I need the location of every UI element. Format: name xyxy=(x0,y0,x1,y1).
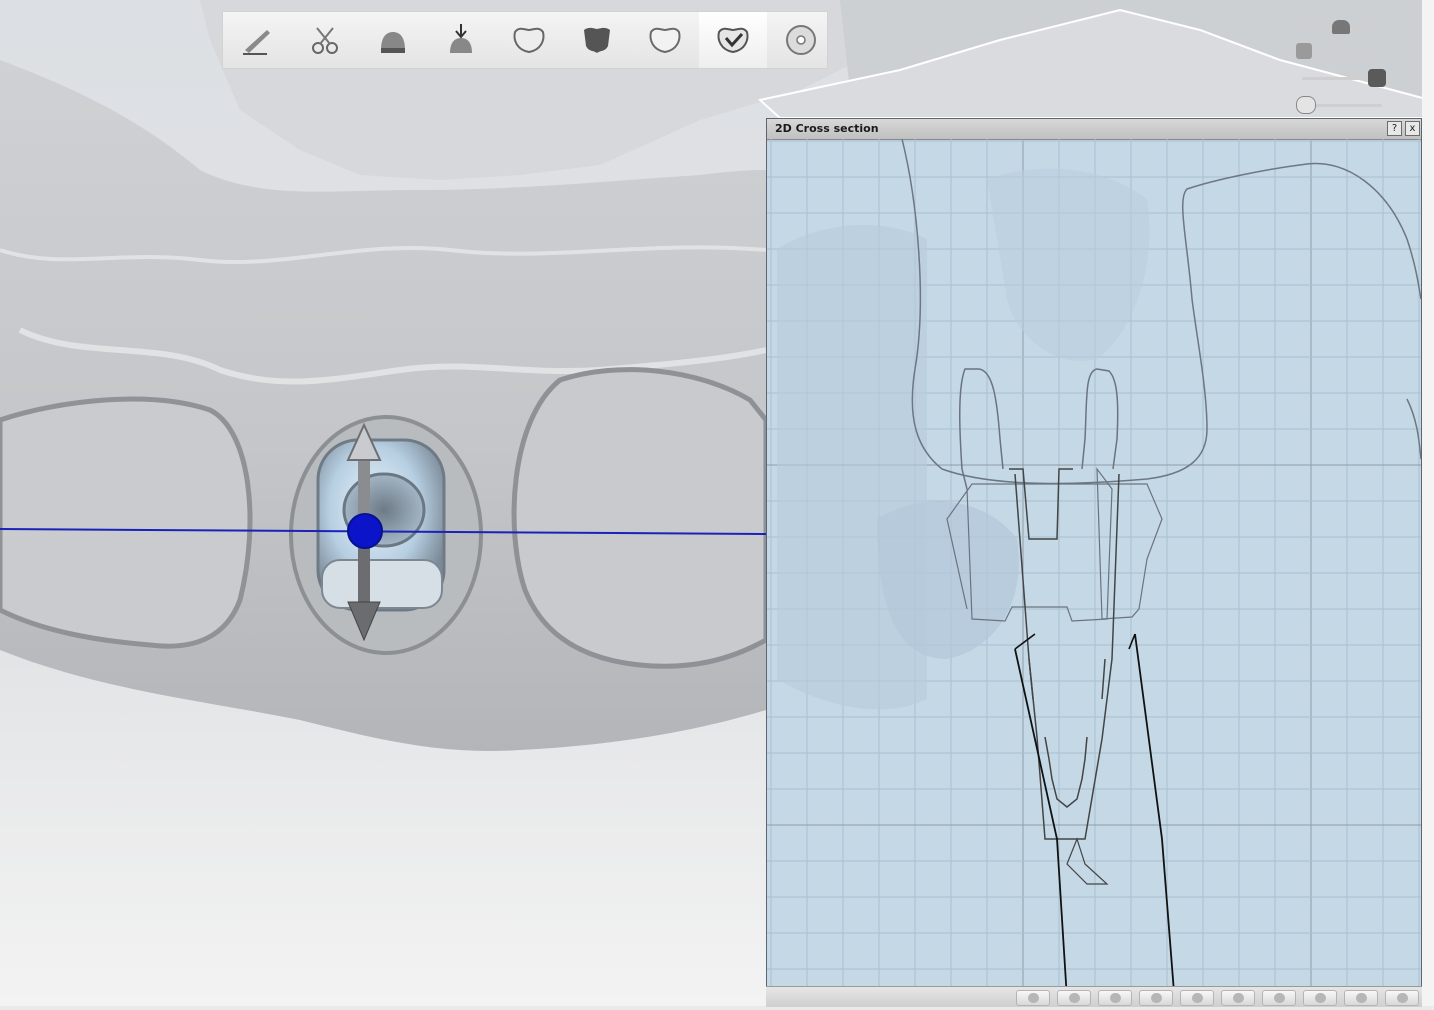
crown-view-button[interactable] xyxy=(1016,990,1050,1006)
cross-section-panel: 2D Cross section ? x xyxy=(766,118,1422,1006)
step-crown-check[interactable] xyxy=(699,12,767,68)
right-socket xyxy=(511,367,769,669)
model-visibility-icon xyxy=(1296,43,1312,59)
panel-title: 2D Cross section xyxy=(775,122,879,135)
tooth-visibility-icon xyxy=(1296,96,1316,114)
cross-section-toggle-button[interactable] xyxy=(1385,990,1419,1006)
workflow-toolbar xyxy=(222,11,828,69)
crown-dark-icon xyxy=(584,27,610,53)
step-insertion-direction[interactable] xyxy=(427,12,495,68)
scan-edit-icon xyxy=(243,30,270,55)
clip-view-icon xyxy=(1356,993,1367,1003)
window-edge xyxy=(1422,0,1434,1006)
occlusal-view-button[interactable] xyxy=(1180,990,1214,1006)
sphere-view-icon xyxy=(1110,993,1121,1003)
step-trim[interactable] xyxy=(291,12,359,68)
help-button[interactable]: ? xyxy=(1387,121,1402,136)
insertion-direction-icon xyxy=(450,24,472,53)
crown-visibility-slider[interactable] xyxy=(1296,68,1388,88)
step-crown[interactable] xyxy=(495,12,563,68)
panel-title-bar[interactable]: 2D Cross section ? x xyxy=(767,119,1421,140)
lateral-view-icon xyxy=(1233,993,1244,1003)
crown-outline xyxy=(901,139,1421,485)
abutment-visibility-icon xyxy=(1332,20,1350,34)
crown-check-icon xyxy=(717,27,749,54)
abutment-icon xyxy=(381,32,405,53)
contact-view-icon xyxy=(1315,993,1326,1003)
abutment-visibility-slider[interactable] xyxy=(1296,18,1388,36)
crown-view-icon xyxy=(1028,993,1039,1003)
manipulator-handle[interactable] xyxy=(347,513,383,549)
tooth-visibility-slider[interactable] xyxy=(1296,95,1388,115)
crown-icon xyxy=(513,27,545,54)
cross-section-toggle-icon xyxy=(1397,993,1408,1003)
step-crown-shape[interactable] xyxy=(631,12,699,68)
crown-visibility-icon xyxy=(1368,69,1386,87)
sphere-view-button[interactable] xyxy=(1098,990,1132,1006)
tooth-view-button[interactable] xyxy=(1139,990,1173,1006)
close-button[interactable]: x xyxy=(1405,121,1420,136)
target-view-icon xyxy=(1069,993,1080,1003)
contact-view-button[interactable] xyxy=(1303,990,1337,1006)
crown-shape-icon xyxy=(649,27,681,54)
clip-view-button[interactable] xyxy=(1344,990,1378,1006)
left-socket xyxy=(0,396,253,649)
cross-section-canvas[interactable] xyxy=(767,139,1421,1005)
implant-screw xyxy=(1014,473,1120,840)
target-view-button[interactable] xyxy=(1057,990,1091,1006)
disc-export-icon xyxy=(786,25,816,55)
tooth-view-icon xyxy=(1151,993,1162,1003)
insertion-manipulator[interactable] xyxy=(346,422,383,642)
view-toolbar xyxy=(766,986,1422,1007)
step-scan-edit[interactable] xyxy=(223,12,291,68)
step-abutment[interactable] xyxy=(359,12,427,68)
model-view-button[interactable] xyxy=(1262,990,1296,1006)
step-crown-dark[interactable] xyxy=(563,12,631,68)
step-disc-export[interactable] xyxy=(767,12,835,68)
trim-icon xyxy=(312,27,338,54)
occlusal-view-icon xyxy=(1192,993,1203,1003)
model-view-icon xyxy=(1274,993,1285,1003)
lateral-view-button[interactable] xyxy=(1221,990,1255,1006)
model-visibility-slider[interactable] xyxy=(1296,42,1388,60)
